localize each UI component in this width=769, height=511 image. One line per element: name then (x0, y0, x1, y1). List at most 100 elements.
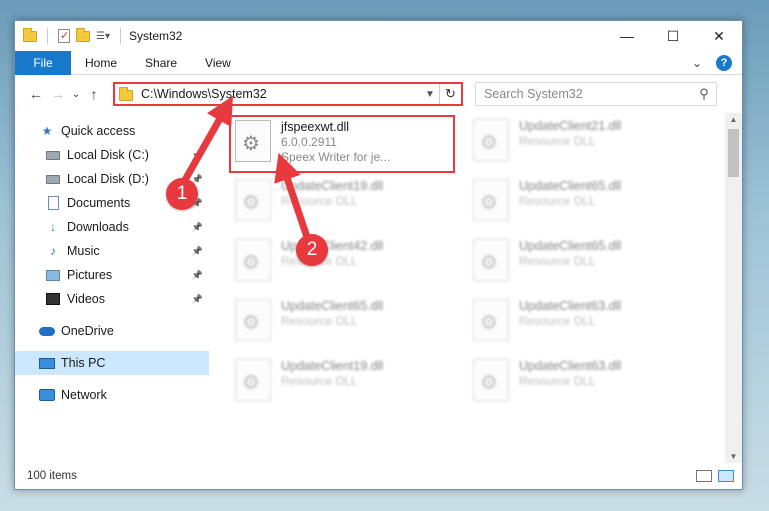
ribbon-tabs: File Home Share View ⌄ ? (15, 50, 742, 75)
pin-icon[interactable]: 📌 (192, 270, 203, 281)
navigation-pane: ★ Quick access Local Disk (C:) 📌 Local Disk … (15, 113, 209, 463)
file-item[interactable]: UpdateClient42.dllResource DLL (235, 239, 460, 289)
sidebar-icon-wrap (45, 148, 61, 162)
tab-view[interactable]: View (191, 51, 245, 75)
sidebar-icon-wrap (45, 292, 61, 306)
navigation-bar: ← → ⌄ ↑ C:\Windows\System32 ▼ ↻ Search S… (15, 75, 742, 113)
address-bar[interactable]: C:\Windows\System32 ▼ ↻ (113, 82, 463, 106)
file-description: Speex Writer for je... (281, 150, 391, 164)
sidebar-item-label: OneDrive (61, 324, 114, 338)
pc-icon (39, 357, 55, 369)
forward-button[interactable]: → (47, 86, 69, 102)
file-name: UpdateClient21.dll (519, 119, 622, 133)
search-icon[interactable]: ⚲ (692, 86, 716, 102)
file-detail: Resource DLL (519, 314, 596, 328)
sidebar-icon-wrap: ♪ (45, 244, 61, 258)
large-icons-view-icon[interactable] (718, 470, 734, 482)
sidebar-item-local-disk-c[interactable]: Local Disk (C:) 📌 (15, 143, 209, 167)
pin-icon[interactable]: 📌 (192, 150, 203, 161)
back-button[interactable]: ← (25, 86, 47, 102)
sidebar-item-label: Downloads (67, 220, 129, 234)
dll-file-icon (473, 119, 509, 161)
customize-toolbar-icon[interactable]: ☰▾ (96, 31, 110, 42)
file-detail: Resource DLL (281, 374, 358, 388)
dll-file-icon (473, 359, 509, 401)
sidebar-item-downloads[interactable]: ↓ Downloads 📌 (15, 215, 209, 239)
pin-icon[interactable]: 📌 (192, 222, 203, 233)
address-path[interactable]: C:\Windows\System32 (141, 87, 421, 101)
file-name: UpdateClient19.dll (281, 359, 384, 373)
dll-file-icon (473, 239, 509, 281)
sidebar-item-quick-access[interactable]: ★ Quick access (15, 119, 209, 143)
dll-file-icon (235, 120, 271, 162)
network-icon (39, 389, 55, 401)
tab-file[interactable]: File (15, 50, 71, 75)
file-name: UpdateClient65.dll (519, 239, 622, 253)
star-icon: ★ (41, 124, 53, 138)
details-view-icon[interactable] (696, 470, 712, 482)
file-name: UpdateClient65.dll (281, 299, 384, 313)
sidebar-item-onedrive[interactable]: OneDrive (15, 319, 209, 343)
sidebar-icon-wrap: ↓ (45, 220, 61, 234)
videos-icon (46, 293, 60, 305)
file-item[interactable]: UpdateClient65.dllResource DLL (235, 299, 460, 349)
dll-file-icon (235, 179, 271, 221)
file-item[interactable]: UpdateClient65.dllResource DLL (473, 179, 698, 229)
properties-icon[interactable] (58, 29, 70, 43)
search-input[interactable]: Search System32 ⚲ (475, 82, 717, 106)
sidebar-item-this-pc[interactable]: This PC (15, 351, 209, 375)
sidebar-item-music[interactable]: ♪ Music 📌 (15, 239, 209, 263)
sidebar-item-videos[interactable]: Videos 📌 (15, 287, 209, 311)
status-bar: 100 items (15, 463, 742, 489)
scroll-thumb[interactable] (728, 129, 739, 177)
drive-icon (46, 150, 60, 160)
vertical-scrollbar[interactable]: ▲ ▼ (725, 113, 742, 463)
folder-icon (119, 87, 133, 101)
new-folder-icon[interactable] (76, 27, 90, 42)
up-button[interactable]: ↑ (83, 86, 105, 102)
sidebar-icon-wrap (45, 196, 61, 210)
tab-home[interactable]: Home (71, 51, 131, 75)
divider (47, 28, 48, 44)
file-text: UpdateClient65.dll Resource DLL (519, 179, 621, 209)
help-icon[interactable]: ? (716, 54, 732, 71)
file-name: UpdateClient65.dll (519, 179, 622, 193)
file-detail: Resource DLL (281, 194, 358, 208)
file-item[interactable]: UpdateClient63.dllResource DLL (473, 299, 698, 349)
scroll-down-icon[interactable]: ▼ (725, 452, 742, 461)
close-button[interactable]: ✕ (696, 21, 742, 51)
item-count: 100 items (27, 470, 77, 482)
scroll-up-icon[interactable]: ▲ (725, 115, 742, 124)
file-item[interactable]: UpdateClient65.dllResource DLL (473, 239, 698, 289)
music-icon: ♪ (50, 244, 56, 258)
maximize-button[interactable]: ☐ (650, 21, 696, 51)
sidebar-item-label: This PC (61, 356, 106, 370)
sidebar-item-network[interactable]: Network (15, 383, 209, 407)
sidebar-item-pictures[interactable]: Pictures 📌 (15, 263, 209, 287)
step-2-badge: 2 (296, 234, 328, 266)
file-item[interactable]: UpdateClient19.dllResource DLL (235, 179, 460, 229)
file-detail: 6.0.0.2911 (281, 135, 337, 149)
file-detail: Resource DLL (281, 314, 358, 328)
content-area: ★ Quick access Local Disk (C:) 📌 Local Disk … (15, 113, 742, 463)
sidebar-icon-wrap (39, 388, 55, 402)
file-item[interactable]: UpdateClient19.dllResource DLL (235, 359, 460, 409)
sidebar-item-label: Quick access (61, 124, 136, 138)
tab-share[interactable]: Share (131, 51, 191, 75)
pin-icon[interactable]: 📌 (192, 246, 203, 257)
sidebar-icon-wrap (45, 268, 61, 282)
file-item-selected[interactable]: jfspeexwt.dll6.0.0.2911Speex Writer for … (229, 115, 455, 173)
onedrive-icon (39, 326, 55, 336)
file-detail: Resource DLL (519, 254, 596, 268)
chevron-down-icon[interactable]: ▼ (421, 89, 439, 100)
sidebar-item-label: Music (67, 244, 100, 258)
recent-locations-button[interactable]: ⌄ (69, 89, 83, 100)
pin-icon[interactable]: 📌 (192, 294, 203, 305)
file-text: UpdateClient65.dll Resource DLL (281, 299, 383, 329)
sidebar-item-label: Pictures (67, 268, 113, 282)
minimize-button[interactable]: — (604, 21, 650, 51)
file-item[interactable]: UpdateClient21.dllResource DLL (473, 119, 698, 169)
expand-ribbon-icon[interactable]: ⌄ (692, 56, 702, 70)
file-item[interactable]: UpdateClient63.dllResource DLL (473, 359, 698, 409)
refresh-button[interactable]: ↻ (439, 84, 461, 104)
